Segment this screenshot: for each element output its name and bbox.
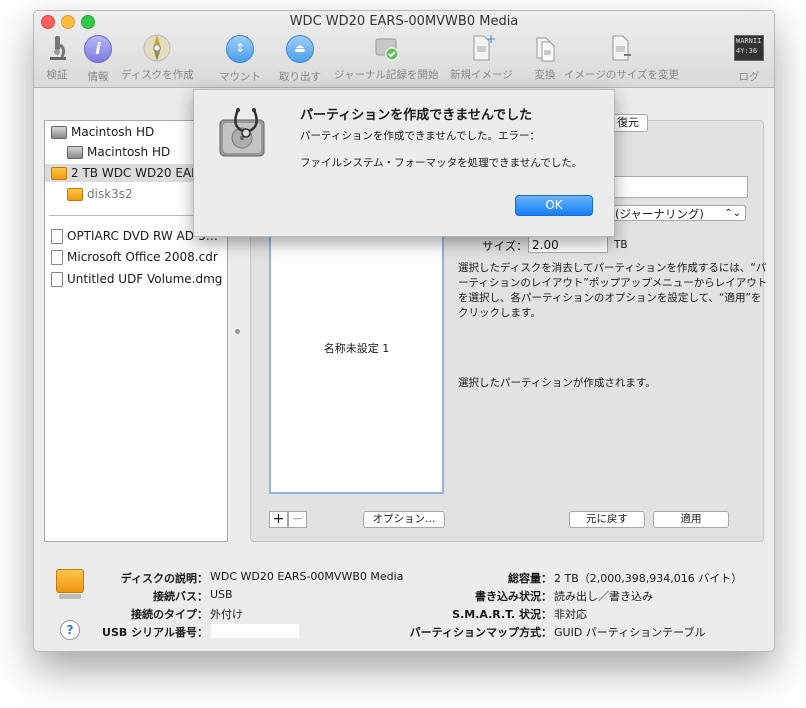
partition-instructions: 選択したディスクを消去してパーティションを作成するには、“パーティションのレイア… [458, 262, 768, 319]
toolbar-convert-button[interactable]: 変換 [530, 33, 560, 82]
toolbar-label: 情報 [87, 71, 109, 83]
apply-button[interactable]: 適用 [653, 511, 729, 528]
sidebar-item-wdc-disk[interactable]: 2 TB WDC WD20 EARS-00MVWB0 Media [45, 164, 195, 182]
new-image-icon: + [466, 32, 496, 63]
connection-type-value: 外付け [210, 608, 243, 621]
toolbar-label: イメージのサイズを変更 [564, 69, 679, 81]
toolbar-label: ジャーナル記録を開始 [334, 69, 439, 81]
sidebar-item-label: 2 TB WDC WD20 EARS-00MVWB0 Media [71, 166, 195, 180]
capacity-value: 2 TB（2,000,398,934,016 バイト） [554, 572, 743, 585]
log-badge-line1: WARNII [736, 37, 762, 45]
toolbar-eject-button[interactable]: ⏏ 取り出す [279, 33, 321, 84]
sidebar-item-label: disk3s2 [87, 187, 133, 201]
toolbar-label: ログ [738, 71, 760, 83]
burn-disc-icon [142, 33, 172, 63]
sidebar-item-macintosh-hd-disk[interactable]: Macintosh HD [51, 123, 154, 141]
serial-key: USB シリアル番号： [102, 626, 208, 639]
options-button[interactable]: オプション… [363, 511, 445, 528]
capacity-key: 総容量： [508, 572, 552, 585]
mount-icon: ⇕ [225, 35, 255, 65]
toolbar-new-image-button[interactable]: + 新規イメージ [450, 32, 513, 82]
smart-status-key: S.M.A.R.T. 状況： [452, 608, 552, 621]
partition-status: 選択したパーティションが作成されます。 [458, 377, 656, 389]
hard-disk-icon [51, 125, 67, 139]
external-disk-icon [56, 569, 84, 599]
journal-icon [371, 33, 401, 63]
toolbar-info-button[interactable]: i 情報 [83, 33, 113, 84]
remove-partition-button[interactable]: − [288, 511, 307, 528]
partition-map-value: GUID パーティションテーブル [554, 626, 706, 639]
toolbar-burn-button[interactable]: ディスクを作成 [121, 33, 194, 82]
sidebar-item-udf-dmg[interactable]: Untitled UDF Volume.dmg [51, 270, 222, 288]
format-popup-value: (ジャーナリング) [615, 207, 704, 221]
log-icon: WARNII 4Y:36 [734, 35, 764, 65]
help-button[interactable]: ? [60, 620, 80, 640]
toolbar-resize-button[interactable]: イメージのサイズを変更 [564, 33, 679, 82]
serial-redacted [211, 624, 299, 638]
toolbar-journal-button[interactable]: ジャーナル記録を開始 [334, 33, 438, 82]
size-label: サイズ： [482, 239, 528, 253]
toolbar-label: マウント [219, 71, 261, 83]
alert-error-detail: ファイルシステム・フォーマッタを処理できませんでした。 [300, 157, 583, 169]
eject-icon: ⏏ [285, 35, 315, 65]
sidebar-item-label: Untitled UDF Volume.dmg [67, 272, 223, 286]
microscope-icon [42, 33, 72, 63]
bus-key: 接続バス： [153, 590, 208, 603]
sidebar-item-macintosh-hd-volume[interactable]: Macintosh HD [67, 143, 170, 161]
resize-image-icon [606, 33, 636, 63]
smart-status-value: 非対応 [554, 608, 587, 621]
convert-icon [530, 33, 560, 63]
alert-title: パーティションを作成できませんでした [300, 108, 533, 123]
external-disk-icon [67, 187, 83, 201]
document-icon [51, 228, 63, 244]
sidebar-item-disk3s2[interactable]: disk3s2 [67, 185, 133, 203]
alert-message: パーティションを作成できませんでした。エラー： [300, 130, 541, 142]
ok-button[interactable]: OK [515, 195, 593, 216]
split-view-handle[interactable] [235, 329, 240, 334]
sidebar-item-label: Macintosh HD [71, 125, 155, 139]
document-icon [51, 271, 63, 287]
revert-button[interactable]: 元に戻す [569, 511, 645, 528]
sidebar-item-label: Macintosh HD [87, 145, 171, 159]
volume-name-field[interactable] [610, 176, 748, 198]
info-icon: i [83, 35, 113, 65]
chevron-updown-icon: ⌃⌄ [724, 208, 741, 219]
format-popup[interactable]: (ジャーナリング) ⌃⌄ [610, 205, 746, 221]
connection-type-key: 接続のタイプ： [131, 608, 208, 621]
hard-disk-icon [67, 145, 83, 159]
log-badge-line2: 4Y:36 [736, 47, 758, 55]
toolbar-mount-button[interactable]: ⇕ マウント [219, 33, 261, 84]
toolbar-label: ディスクを作成 [121, 69, 194, 81]
size-field[interactable]: 2.00 [528, 235, 608, 253]
bus-value: USB [210, 588, 233, 601]
toolbar-label: 検証 [46, 69, 68, 81]
sidebar-item-office-cdr[interactable]: Microsoft Office 2008.cdr [51, 248, 218, 266]
toolbar-log-button[interactable]: WARNII 4Y:36 ログ [734, 33, 764, 84]
document-icon [51, 249, 63, 265]
write-status-key: 書き込み状況： [475, 590, 552, 603]
external-disk-icon [51, 166, 67, 180]
partition-name: 名称未設定 1 [323, 342, 390, 355]
size-unit: TB [614, 239, 628, 251]
toolbar-label: 変換 [534, 69, 556, 81]
toolbar-label: 取り出す [279, 71, 321, 83]
window-title: WDC WD20 EARS-00MVWB0 Media [289, 14, 519, 29]
titlebar: WDC WD20 EARS-00MVWB0 Media 検証 i 情報 ディスク… [34, 11, 774, 88]
error-alert-sheet: パーティションを作成できませんでした パーティションを作成できませんでした。エラ… [193, 89, 615, 237]
write-status-value: 読み出し／書き込み [554, 590, 653, 603]
toolbar-verify-button[interactable]: 検証 [42, 33, 72, 82]
partition-layout-map[interactable]: 名称未設定 1 [269, 233, 444, 494]
sidebar-item-label: Microsoft Office 2008.cdr [67, 250, 218, 264]
partition-map-key: パーティションマップ方式： [409, 626, 552, 639]
toolbar-label: 新規イメージ [450, 69, 513, 81]
svg-text:+: + [486, 33, 496, 46]
disk-utility-icon [216, 106, 272, 162]
disk-description-key: ディスクの説明： [120, 572, 208, 585]
disk-description-value: WDC WD20 EARS-00MVWB0 Media [210, 570, 404, 583]
add-partition-button[interactable]: + [269, 511, 288, 528]
